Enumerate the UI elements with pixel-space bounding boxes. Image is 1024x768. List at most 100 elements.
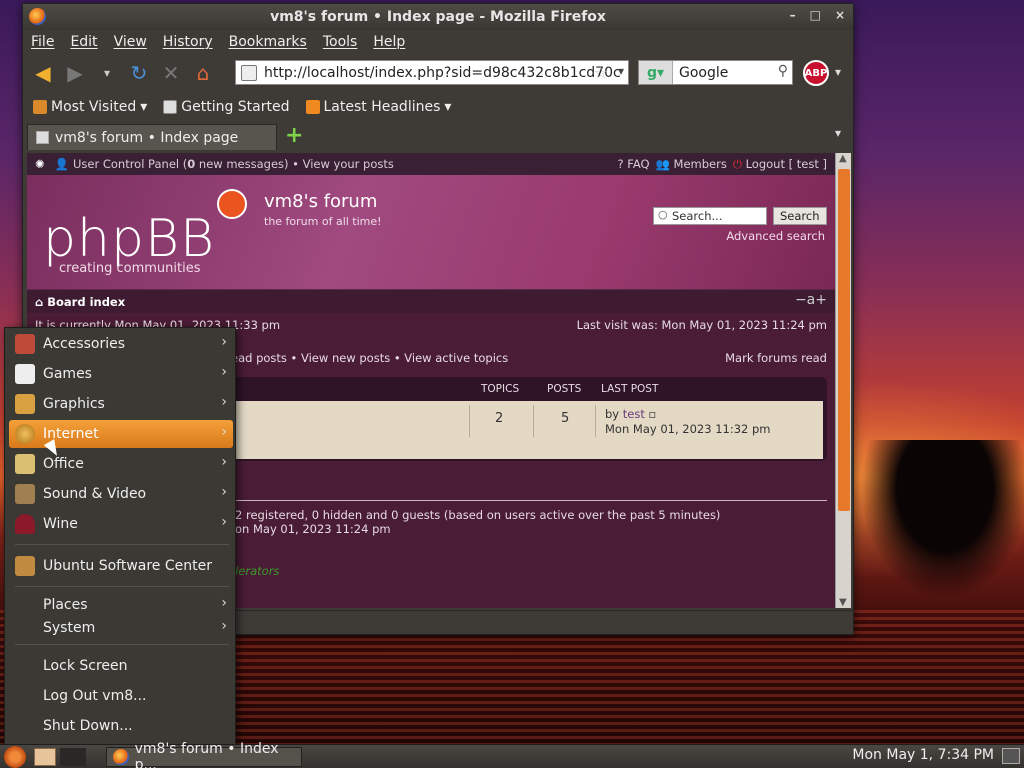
bookmark-most-visited[interactable]: Most Visited ▾ — [33, 99, 147, 115]
window-title: vm8's forum • Index page - Mozilla Firef… — [270, 9, 606, 25]
history-dropdown-icon[interactable]: ▾ — [95, 61, 119, 85]
menu-item-lock-screen[interactable]: Lock Screen — [9, 652, 233, 680]
menu-item-log-out[interactable]: Log Out vm8... — [9, 682, 233, 710]
software-center-icon — [15, 556, 35, 576]
url-text: http://localhost/index.php?sid=d98c432c8… — [264, 64, 621, 81]
window-titlebar[interactable]: vm8's forum • Index page - Mozilla Firef… — [23, 4, 853, 30]
toolbar-overflow-icon[interactable]: ▾ — [835, 65, 841, 79]
firefox-icon[interactable] — [29, 8, 46, 25]
last-post-user-link[interactable]: test — [623, 407, 645, 421]
forum-header: phpBB creating communities vm8's forum t… — [27, 175, 835, 289]
ucp-link[interactable]: User Control Panel (0 new messages) • Vi… — [73, 157, 394, 171]
menu-tools[interactable]: Tools — [323, 34, 358, 50]
forum-search-button[interactable]: Search — [773, 207, 827, 225]
last-post-time: Mon May 01, 2023 11:32 pm — [605, 422, 771, 436]
header-posts: POSTS — [547, 383, 582, 395]
tab-list-icon[interactable]: ▾ — [835, 126, 841, 140]
menu-item-system[interactable]: System › — [9, 614, 233, 642]
menu-item-sound-video[interactable]: Sound & Video › — [9, 480, 233, 508]
bookmark-label: Getting Started — [181, 99, 290, 115]
forum-search-input[interactable]: Search... — [653, 207, 767, 225]
view-latest-post-icon[interactable]: ▫ — [649, 407, 657, 421]
page-icon — [163, 100, 178, 114]
menu-item-wine[interactable]: Wine › — [9, 510, 233, 538]
page-scrollbar[interactable]: ▲ ▼ — [835, 153, 851, 608]
user-strip: ✺ 👤 User Control Panel (0 new messages) … — [27, 153, 835, 175]
search-links-text[interactable]: ead posts • View new posts • View active… — [231, 351, 508, 365]
bookmark-getting-started[interactable]: Getting Started — [163, 99, 290, 115]
menu-item-software-center[interactable]: Ubuntu Software Center — [9, 552, 233, 580]
applications-menu-icon[interactable] — [4, 745, 26, 768]
help-icon: ? — [617, 157, 624, 171]
menu-item-shut-down[interactable]: Shut Down... — [9, 712, 233, 740]
scroll-up-icon[interactable]: ▲ — [839, 153, 847, 164]
logout-link[interactable]: ⏻ Logout [ test ] — [733, 157, 827, 172]
chevron-right-icon: › — [221, 334, 227, 350]
internet-icon — [15, 424, 35, 444]
menu-item-label: Log Out vm8... — [43, 688, 147, 704]
board-index-link[interactable]: Board index — [47, 295, 125, 309]
chevron-down-icon: ▾ — [444, 99, 452, 115]
menu-file[interactable]: File — [31, 34, 54, 50]
menu-item-office[interactable]: Office › — [9, 450, 233, 478]
wallpaper-trees — [860, 440, 1024, 600]
phpbb-logo[interactable]: phpBB — [43, 209, 215, 269]
reload-icon[interactable]: ↻ — [127, 61, 151, 85]
power-indicator-icon[interactable] — [1002, 748, 1020, 764]
maximize-button[interactable]: □ — [810, 8, 821, 22]
menu-help[interactable]: Help — [373, 34, 405, 50]
tab-forum-index[interactable]: vm8's forum • Index page — [27, 124, 277, 150]
search-bar[interactable]: g▾ Google ⚲ — [638, 60, 793, 85]
minimize-button[interactable]: – — [790, 8, 796, 22]
url-dropdown-icon[interactable]: ▾ — [618, 64, 624, 78]
workspace-switcher[interactable] — [60, 747, 86, 766]
chevron-right-icon: › — [221, 595, 227, 611]
menu-item-label: System — [43, 620, 96, 636]
house-icon: ⌂ — [35, 294, 44, 309]
bookmark-latest-headlines[interactable]: Latest Headlines ▾ — [305, 99, 452, 115]
legend-moderators[interactable]: derators — [231, 564, 279, 578]
menu-history[interactable]: History — [163, 34, 213, 50]
menu-item-internet[interactable]: Internet › — [9, 420, 233, 448]
menu-item-label: Games — [43, 366, 92, 382]
phpbb-tagline: creating communities — [59, 261, 201, 276]
menu-edit[interactable]: Edit — [70, 34, 97, 50]
menu-item-graphics[interactable]: Graphics › — [9, 390, 233, 418]
navigation-toolbar: ◀ ▶ ▾ ↻ ✕ ⌂ http://localhost/index.php?s… — [23, 54, 853, 92]
stop-icon[interactable]: ✕ — [159, 61, 183, 85]
site-description: the forum of all time! — [264, 215, 382, 228]
close-button[interactable]: × — [835, 8, 845, 22]
url-bar[interactable]: http://localhost/index.php?sid=d98c432c8… — [235, 60, 629, 85]
advanced-search-link[interactable]: Advanced search — [726, 229, 825, 243]
adblock-icon[interactable]: ABP — [803, 60, 829, 86]
forward-arrow-icon[interactable]: ▶ — [63, 61, 87, 85]
back-arrow-icon[interactable]: ◀ — [31, 61, 55, 85]
site-identity-icon[interactable] — [241, 65, 257, 81]
folder-icon — [33, 100, 47, 114]
menu-view[interactable]: View — [114, 34, 147, 50]
bookmark-star-icon[interactable]: ☆ — [594, 63, 608, 82]
show-desktop-icon[interactable] — [34, 747, 56, 766]
scrollbar-thumb[interactable] — [838, 169, 850, 511]
menu-item-games[interactable]: Games › — [9, 360, 233, 388]
font-size-icon[interactable]: −a+ — [795, 292, 827, 308]
chevron-right-icon: › — [221, 364, 227, 380]
members-link[interactable]: 👥 Members — [656, 157, 727, 172]
search-icon[interactable]: ⚲ — [778, 63, 788, 79]
chevron-right-icon: › — [221, 394, 227, 410]
wine-icon — [15, 514, 35, 534]
search-engine-icon[interactable]: g▾ — [639, 61, 673, 84]
clock[interactable]: Mon May 1, 7:34 PM — [852, 747, 994, 763]
column-divider — [469, 405, 470, 437]
chevron-right-icon: › — [221, 424, 227, 440]
home-icon[interactable]: ⌂ — [191, 61, 215, 85]
scroll-down-icon[interactable]: ▼ — [839, 597, 847, 608]
menu-item-label: Ubuntu Software Center — [43, 558, 212, 574]
faq-link[interactable]: ? FAQ — [618, 157, 650, 172]
mark-forums-read-link[interactable]: Mark forums read — [725, 351, 827, 365]
menu-bookmarks[interactable]: Bookmarks — [229, 34, 307, 50]
new-tab-icon[interactable]: + — [285, 123, 303, 148]
taskbar-firefox[interactable]: vm8's forum • Index p... — [106, 741, 302, 768]
menu-item-accessories[interactable]: Accessories › — [9, 330, 233, 358]
chevron-down-icon: ▾ — [140, 99, 148, 115]
